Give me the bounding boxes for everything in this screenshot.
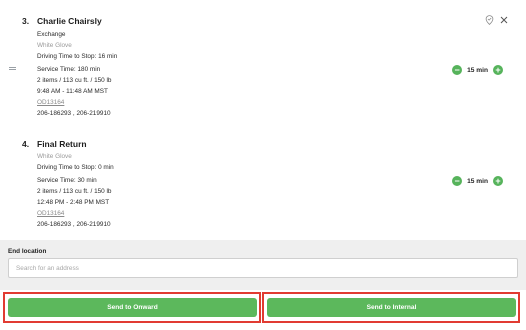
service-time: Service Time: 30 min xyxy=(37,177,97,184)
send-to-internal-button[interactable]: Send to Internal xyxy=(267,298,516,317)
drag-handle-icon[interactable] xyxy=(9,67,16,71)
end-location-label: End location xyxy=(8,248,47,255)
send-to-onward-button[interactable]: Send to Onward xyxy=(8,298,257,317)
service-time: Service Time: 180 min xyxy=(37,66,101,73)
close-icon[interactable] xyxy=(500,16,508,24)
plus-icon[interactable]: + xyxy=(493,176,503,186)
map-pin-icon[interactable] xyxy=(485,15,494,25)
stop-number: 3. xyxy=(22,16,30,26)
duration-value: 15 min xyxy=(467,177,488,185)
reference-numbers: 206-186293 , 206-219910 xyxy=(37,221,111,228)
plus-icon[interactable]: + xyxy=(493,65,503,75)
time-window: 12:48 PM - 2:48 PM MST xyxy=(37,199,110,206)
end-location-input[interactable] xyxy=(8,258,518,278)
item-summary: 2 items / 113 cu ft. / 150 lb xyxy=(37,77,112,84)
stop-type: Exchange xyxy=(37,31,66,38)
service-duration-stepper: − 15 min + xyxy=(452,176,503,186)
item-summary: 2 items / 113 cu ft. / 150 lb xyxy=(37,188,112,195)
driving-time: Driving Time to Stop: 16 min xyxy=(37,53,118,60)
stop-number: 4. xyxy=(22,139,30,149)
driving-time: Driving Time to Stop: 0 min xyxy=(37,164,114,171)
time-window: 9:48 AM - 11:48 AM MST xyxy=(37,88,108,95)
minus-icon[interactable]: − xyxy=(452,65,463,75)
stop-actions xyxy=(485,15,508,25)
stop-name: Charlie Chairsly xyxy=(37,16,102,26)
order-link[interactable]: OD13164 xyxy=(37,210,64,217)
footer-actions: Send to Onward Send to Internal xyxy=(0,290,526,330)
minus-icon[interactable]: − xyxy=(452,176,463,186)
order-link[interactable]: OD13164 xyxy=(37,99,64,106)
service-duration-stepper: − 15 min + xyxy=(452,65,503,75)
service-level: White Glove xyxy=(37,42,72,49)
stop-name: Final Return xyxy=(37,139,87,149)
reference-numbers: 206-186293 , 206-219910 xyxy=(37,110,111,117)
end-location-section: End location xyxy=(0,240,526,290)
service-level: White Glove xyxy=(37,153,72,160)
route-stops-panel: 3. Charlie Chairsly Exchange White Glove… xyxy=(0,0,526,330)
duration-value: 15 min xyxy=(467,66,488,74)
